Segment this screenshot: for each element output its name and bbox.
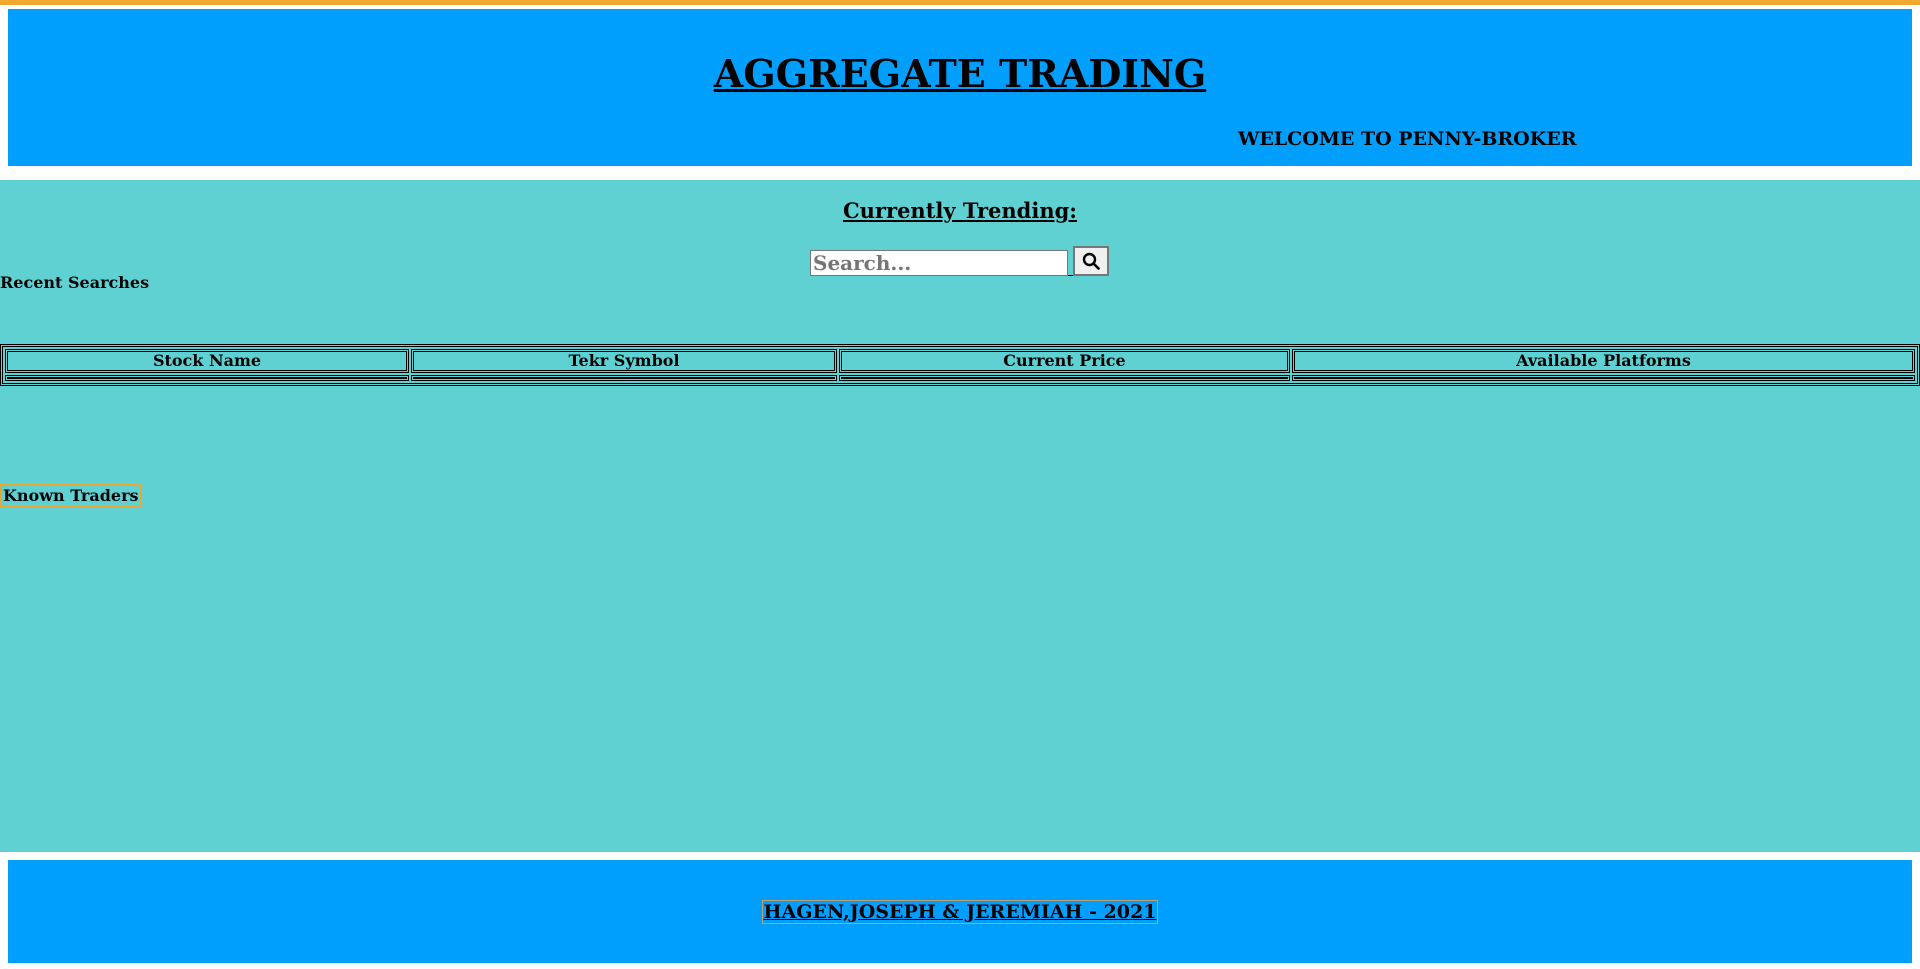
search-icon	[1082, 252, 1100, 270]
header: AGGREGATE TRADING WELCOME TO PENNY-BROKE…	[8, 9, 1912, 166]
main-content: Currently Trending: Recent Searches Stoc…	[0, 180, 1920, 852]
footer-container: HAGEN,JOSEPH & JEREMIAH - 2021	[0, 852, 1920, 969]
stock-table: Stock Name Tekr Symbol Current Price Ava…	[0, 344, 1920, 386]
table-cell	[1292, 375, 1915, 381]
table-row	[5, 375, 1915, 381]
header-container: AGGREGATE TRADING WELCOME TO PENNY-BROKE…	[0, 5, 1920, 175]
table-header-row: Stock Name Tekr Symbol Current Price Ava…	[5, 349, 1915, 373]
search-button[interactable]	[1073, 246, 1109, 276]
column-header-stock-name: Stock Name	[5, 349, 409, 373]
page: AGGREGATE TRADING WELCOME TO PENNY-BROKE…	[0, 0, 1920, 969]
known-traders-button[interactable]: Known Traders	[0, 484, 142, 508]
footer-credits: HAGEN,JOSEPH & JEREMIAH - 2021	[8, 900, 1912, 924]
site-title: AGGREGATE TRADING	[713, 51, 1207, 96]
recent-searches-label: Recent Searches	[0, 273, 150, 292]
search-input[interactable]	[810, 250, 1068, 276]
footer: HAGEN,JOSEPH & JEREMIAH - 2021	[8, 860, 1912, 963]
column-header-current-price: Current Price	[839, 349, 1290, 373]
table-cell	[839, 375, 1290, 381]
welcome-message: WELCOME TO PENNY-BROKER	[1238, 128, 1577, 150]
footer-credits-text: HAGEN,JOSEPH & JEREMIAH - 2021	[761, 900, 1159, 924]
trending-heading: Currently Trending:	[842, 198, 1078, 223]
search-bar	[810, 246, 1109, 276]
table-cell	[5, 375, 409, 381]
column-header-tekr-symbol: Tekr Symbol	[411, 349, 837, 373]
column-header-available-platforms: Available Platforms	[1292, 349, 1915, 373]
table-cell	[411, 375, 837, 381]
